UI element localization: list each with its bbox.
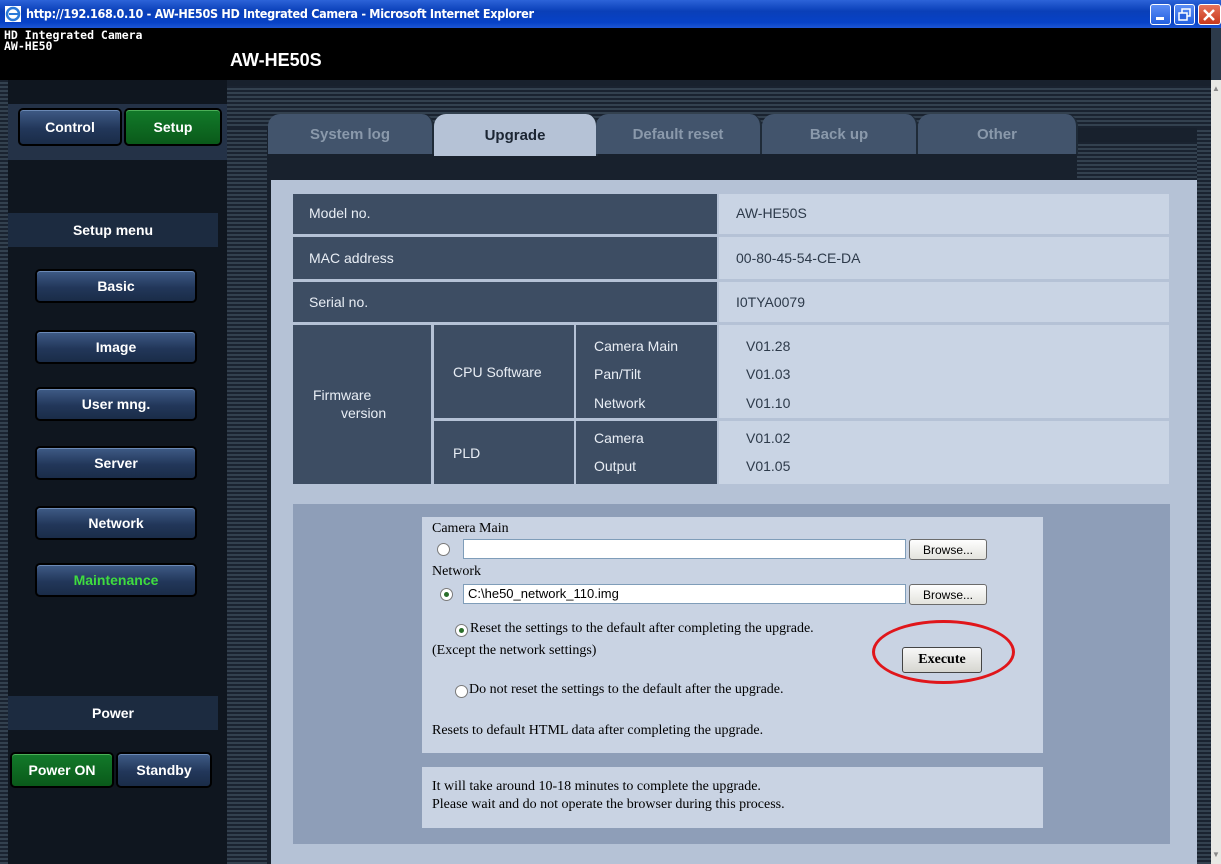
brand-logo: HD Integrated Camera AW-HE50 (4, 29, 142, 53)
tab-other[interactable]: Other (918, 114, 1078, 154)
reset-settings-radio[interactable] (455, 624, 468, 637)
no-reset-option: Do not reset the settings to the default… (469, 682, 784, 697)
pld-output-value: V01.05 (746, 458, 791, 474)
mac-label: MAC address (309, 250, 394, 266)
pld-camera-value: V01.02 (746, 430, 791, 446)
cpu-camera-main-name: Camera Main (594, 338, 679, 354)
tab-upgrade[interactable]: Upgrade (434, 114, 598, 156)
cpu-pan-tilt-name: Pan/Tilt (594, 366, 641, 382)
vertical-scrollbar[interactable]: ▲ ▼ (1211, 80, 1221, 864)
power-heading: Power (8, 696, 218, 730)
sidebar: Control Setup Setup menu Basic Image Use… (8, 80, 227, 864)
cpu-network-value: V01.10 (746, 395, 791, 411)
mac-value: 00-80-45-54-CE-DA (736, 250, 861, 266)
firmware-label-2: version (341, 405, 387, 421)
tab-back-up[interactable]: Back up (762, 114, 918, 154)
cpu-network-name: Network (594, 395, 646, 411)
left-stripe-border (0, 80, 8, 864)
minimize-icon (1156, 17, 1164, 20)
html-reset-note: Resets to default HTML data after comple… (432, 723, 764, 738)
serial-label: Serial no. (309, 294, 369, 310)
tab-filler-stripe (1077, 142, 1197, 180)
camera-main-radio[interactable] (437, 543, 450, 556)
control-button[interactable]: Control (18, 108, 122, 146)
inner-left-stripe (227, 128, 267, 864)
close-button[interactable] (1198, 4, 1221, 25)
pld-label: PLD (453, 445, 481, 461)
scroll-up-icon[interactable]: ▲ (1212, 84, 1220, 94)
upgrade-notice: It will take around 10-18 minutes to com… (422, 767, 1043, 828)
camera-main-file-input[interactable] (463, 539, 906, 559)
menu-server-button[interactable]: Server (35, 446, 197, 480)
brand-header: HD Integrated Camera AW-HE50 AW-HE50S (0, 28, 1211, 80)
network-radio[interactable] (440, 588, 453, 601)
firmware-label-1: Firmware (313, 387, 372, 403)
standby-button[interactable]: Standby (116, 752, 212, 788)
tab-default-reset[interactable]: Default reset (596, 114, 762, 154)
pld-camera-name: Camera (594, 430, 644, 446)
network-browse-button[interactable]: Browse... (909, 584, 987, 605)
setup-button[interactable]: Setup (124, 108, 222, 146)
window-title: http://192.168.0.10 - AW-HE50S HD Integr… (26, 6, 534, 21)
model-heading: AW-HE50S (230, 50, 322, 70)
execute-highlight-circle (872, 620, 1015, 684)
no-reset-radio[interactable] (455, 685, 468, 698)
reset-settings-option: Reset the settings to the default after … (470, 621, 814, 636)
serial-value: I0TYA0079 (736, 294, 806, 310)
scroll-down-icon[interactable]: ▼ (1212, 850, 1220, 860)
notice-line-1: It will take around 10-18 minutes to com… (432, 779, 761, 794)
network-label: Network (432, 564, 481, 579)
internet-explorer-icon (5, 6, 21, 22)
model-label: Model no. (309, 205, 371, 221)
tab-system-log[interactable]: System log (268, 114, 434, 154)
camera-main-browse-button[interactable]: Browse... (909, 539, 987, 560)
minimize-button[interactable] (1150, 4, 1171, 25)
menu-basic-button[interactable]: Basic (35, 269, 197, 303)
window-titlebar: http://192.168.0.10 - AW-HE50S HD Integr… (0, 0, 1221, 28)
pld-output-name: Output (594, 458, 637, 474)
reset-settings-note: (Except the network settings) (432, 643, 597, 658)
notice-line-2: Please wait and do not operate the brows… (432, 797, 785, 812)
menu-network-button[interactable]: Network (35, 506, 197, 540)
camera-main-label: Camera Main (432, 521, 509, 536)
power-on-button[interactable]: Power ON (10, 752, 114, 788)
cpu-pan-tilt-value: V01.03 (746, 366, 791, 382)
cpu-label: CPU Software (453, 364, 542, 380)
network-file-input[interactable]: C:\he50_network_110.img (463, 584, 906, 604)
model-value: AW-HE50S (736, 205, 807, 221)
inner-right-stripe (1197, 128, 1211, 864)
menu-maintenance-button[interactable]: Maintenance (35, 563, 197, 597)
menu-image-button[interactable]: Image (35, 330, 197, 364)
setup-menu-heading: Setup menu (8, 213, 218, 247)
close-icon (1203, 9, 1215, 21)
cpu-camera-main-value: V01.28 (746, 338, 791, 354)
menu-user-mng-button[interactable]: User mng. (35, 387, 197, 421)
brand-line-2: AW-HE50 (4, 39, 53, 53)
maximize-button[interactable] (1174, 4, 1195, 25)
restore-icon (1178, 8, 1191, 21)
